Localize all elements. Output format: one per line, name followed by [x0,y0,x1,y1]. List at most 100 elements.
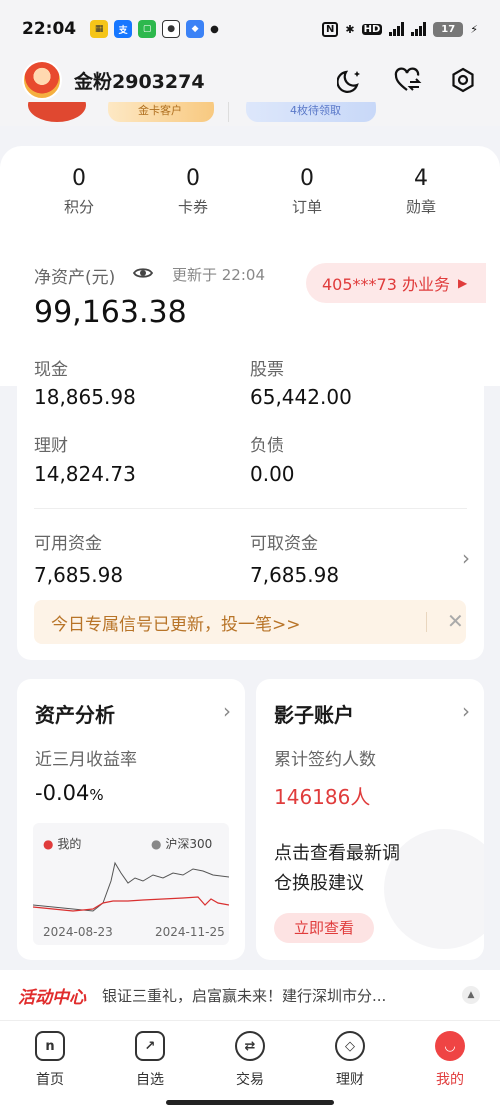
funds-row[interactable]: 可用资金 7,685.98 可取资金 7,685.98 › [17,518,484,592]
activity-text: 银证三重礼，启富赢未来！建行深圳市分... [102,986,387,1005]
stat-coupons-label: 卡券 [177,198,208,216]
signal-icon-2 [411,22,427,36]
notice-divider [426,612,427,632]
return-rate: -0.04% [35,781,104,805]
medal-claim-badge[interactable]: 4枚待领取 [246,102,376,122]
status-time: 22:04 [22,19,77,39]
wealth-value: 14,824.73 [34,462,136,486]
chart-date-start: 2024-08-23 [43,925,113,939]
member-badge-image [28,102,86,122]
stat-medals-value: 4 [414,166,428,191]
switch-account-icon[interactable] [392,65,422,95]
tab-home-label: 首页 [36,1072,64,1088]
more-dot-icon: ● [210,23,219,35]
home-indicator [166,1100,334,1105]
withdrawable-funds-value: 7,685.98 [250,563,340,587]
wealth-icon: ◇ [335,1031,365,1061]
gold-customer-badge[interactable]: 金卡客户 [108,102,214,122]
stat-orders[interactable]: 0 订单 [262,166,352,217]
app-notification-icon: ▦ [90,20,109,38]
tab-trade-label: 交易 [236,1072,264,1088]
trade-icon: ⇄ [235,1031,265,1061]
stat-medals[interactable]: 4 勋章 [376,166,466,217]
account-business-button[interactable]: 405***73 办业务 ▶ [306,263,486,303]
stat-coupons-value: 0 [186,166,200,191]
wealth-label: 理财 [34,436,68,456]
shadow-account-card[interactable]: 影子账户 › 累计签约人数 146186人 点击查看最新调 仓换股建议 立即查看 [256,679,484,960]
battery-icon: 17 [433,21,464,37]
shadow-account-title: 影子账户 [274,703,354,727]
net-asset-value: 99,163.38 [34,295,187,330]
return-rate-label: 近三月收益率 [35,750,137,770]
available-funds-value: 7,685.98 [34,563,124,587]
signal-icon-1 [389,22,405,36]
net-asset-card: 净资产(元) 更新于 22:04 405***73 办业务 ▶ 99,163.3… [17,242,486,660]
stat-points-value: 0 [72,166,86,191]
badge-divider [228,102,229,122]
night-mode-icon[interactable] [336,65,366,95]
view-now-button[interactable]: 立即查看 [274,913,374,943]
tab-wealth[interactable]: ◇ 理财 [315,1031,385,1089]
divider [34,508,467,509]
eye-icon[interactable] [132,262,154,288]
triangle-right-icon: ▶ [458,276,468,290]
activity-center-logo: 活动中心 [18,987,86,1008]
tab-home[interactable]: n 首页 [15,1031,85,1089]
stat-coupons[interactable]: 0 卡券 [148,166,238,217]
account-business-label: 405***73 办业务 [322,275,450,294]
stat-points-label: 积分 [63,198,94,216]
asset-analysis-title: 资产分析 [35,703,115,727]
update-time: 更新于 22:04 [172,266,265,284]
stat-orders-label: 订单 [291,198,322,216]
tab-profile[interactable]: ◡ 我的 [415,1031,485,1089]
settings-icon[interactable] [448,65,478,95]
home-icon: n [35,1031,65,1061]
tab-watchlist[interactable]: ↗ 自选 [115,1031,185,1089]
signal-notice-banner[interactable]: 今日专属信号已更新，投一笔>> ✕ [34,600,466,644]
wechat-icon: ● [162,20,181,38]
liability-label: 负债 [250,436,284,456]
return-chart: ● 我的 ● 沪深300 2024-08-23 2024-11-25 [33,823,229,945]
stat-medals-label: 勋章 [405,198,436,216]
status-bar: 22:04 ▦ 支 ▢ ● ◆ ● N ✱ HD 17 ⚡ [0,0,500,58]
activity-bar[interactable]: 活动中心 银证三重礼，启富赢未来！建行深圳市分... ▲ [0,970,500,1020]
asset-analysis-card[interactable]: 资产分析 › 近三月收益率 -0.04% ● 我的 ● 沪深300 2024-0… [17,679,245,960]
app-notification-icon-2: ◆ [186,20,205,38]
hd-icon: HD [361,23,383,35]
chart-date-end: 2024-11-25 [155,925,225,939]
status-app-icons: ▦ 支 ▢ ● ◆ ● [90,20,219,38]
status-system-icons: N ✱ HD 17 ⚡ [322,21,478,37]
liability-value: 0.00 [250,462,295,486]
shadow-desc-line2: 仓换股建议 [274,873,364,894]
chevron-right-icon: › [223,699,231,723]
return-rate-value: -0.04 [35,781,90,805]
available-funds-label: 可用资金 [34,534,102,554]
charging-icon: ⚡ [470,22,478,36]
tab-watchlist-label: 自选 [136,1072,164,1088]
nfc-icon: N [322,21,339,37]
tab-profile-label: 我的 [436,1072,464,1088]
stock-label: 股票 [250,360,284,380]
messaging-icon: ▢ [138,20,157,38]
mine-series-line [33,896,229,912]
withdrawable-funds-label: 可取资金 [250,534,318,554]
cash-value: 18,865.98 [34,385,136,409]
signup-count-value: 146186人 [274,785,371,809]
watchlist-icon: ↗ [135,1031,165,1061]
cash-label: 现金 [34,360,68,380]
signup-count-label: 累计签约人数 [274,750,376,770]
stat-orders-value: 0 [300,166,314,191]
index-series-line [33,861,229,912]
tab-trade[interactable]: ⇄ 交易 [215,1031,285,1089]
close-icon[interactable]: ✕ [447,609,464,633]
alipay-icon: 支 [114,20,133,38]
username: 金粉2903274 [74,70,205,93]
collapse-icon[interactable]: ▲ [462,986,480,1004]
stat-points[interactable]: 0 积分 [34,166,124,217]
avatar[interactable] [22,60,62,100]
return-rate-unit: % [89,786,104,804]
tab-wealth-label: 理财 [336,1072,364,1088]
chevron-right-icon: › [462,546,470,570]
stock-value: 65,442.00 [250,385,352,409]
profile-icon: ◡ [435,1031,465,1061]
